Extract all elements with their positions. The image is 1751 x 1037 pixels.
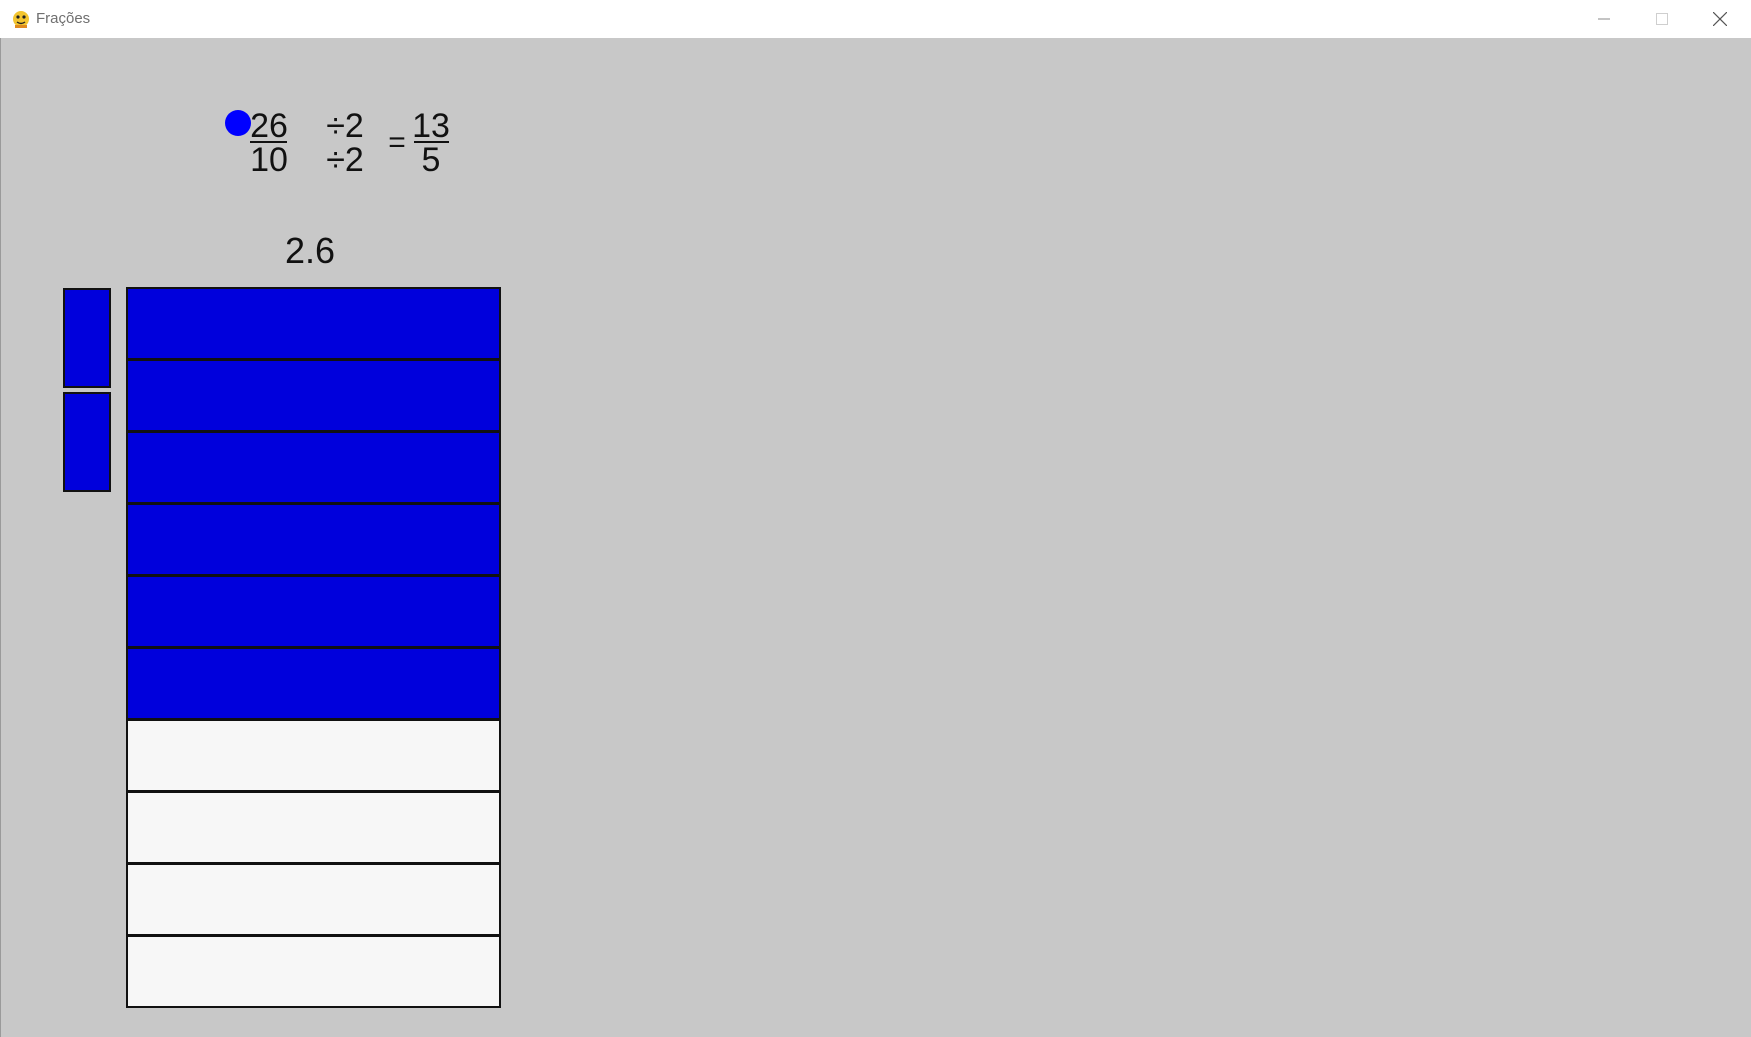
result-numerator: 13	[412, 107, 450, 145]
divide-numerator-operator: ÷2	[326, 107, 364, 145]
fraction-part-filled[interactable]	[126, 431, 501, 504]
whole-unit-block[interactable]	[63, 288, 111, 388]
fraction-part-filled[interactable]	[126, 503, 501, 576]
title-bar[interactable]: Frações	[0, 0, 1751, 39]
fraction-part-filled[interactable]	[126, 575, 501, 648]
result-denominator: 5	[421, 141, 441, 179]
fraction-denominator: 10	[250, 141, 288, 179]
fraction-part-empty[interactable]	[126, 935, 501, 1008]
fraction-part-empty[interactable]	[126, 791, 501, 864]
close-icon	[1713, 12, 1727, 26]
whole-unit-block[interactable]	[63, 392, 111, 492]
maximize-button[interactable]	[1633, 0, 1691, 38]
minimize-button[interactable]	[1575, 0, 1633, 38]
fraction-part-filled[interactable]	[126, 287, 501, 360]
fraction-part-filled[interactable]	[126, 647, 501, 720]
fraction-parts-column	[126, 287, 501, 1008]
decimal-value: 2.6	[284, 230, 336, 271]
window-title: Frações	[36, 10, 91, 27]
fraction-part-empty[interactable]	[126, 719, 501, 792]
fraction-part-empty[interactable]	[126, 863, 501, 936]
python-snake-icon	[13, 11, 29, 28]
window-left-border	[0, 38, 1, 1037]
fraction-numerator: 26	[250, 107, 288, 145]
fraction-part-filled[interactable]	[126, 359, 501, 432]
close-button[interactable]	[1691, 0, 1749, 38]
app-window: Frações 26 10 ÷2 ÷2 = 13 5 2.6	[0, 0, 1751, 1037]
maximize-icon	[1656, 13, 1668, 25]
minimize-icon	[1598, 18, 1610, 20]
equals-sign: =	[388, 126, 406, 159]
divide-denominator-operator: ÷2	[326, 141, 364, 179]
